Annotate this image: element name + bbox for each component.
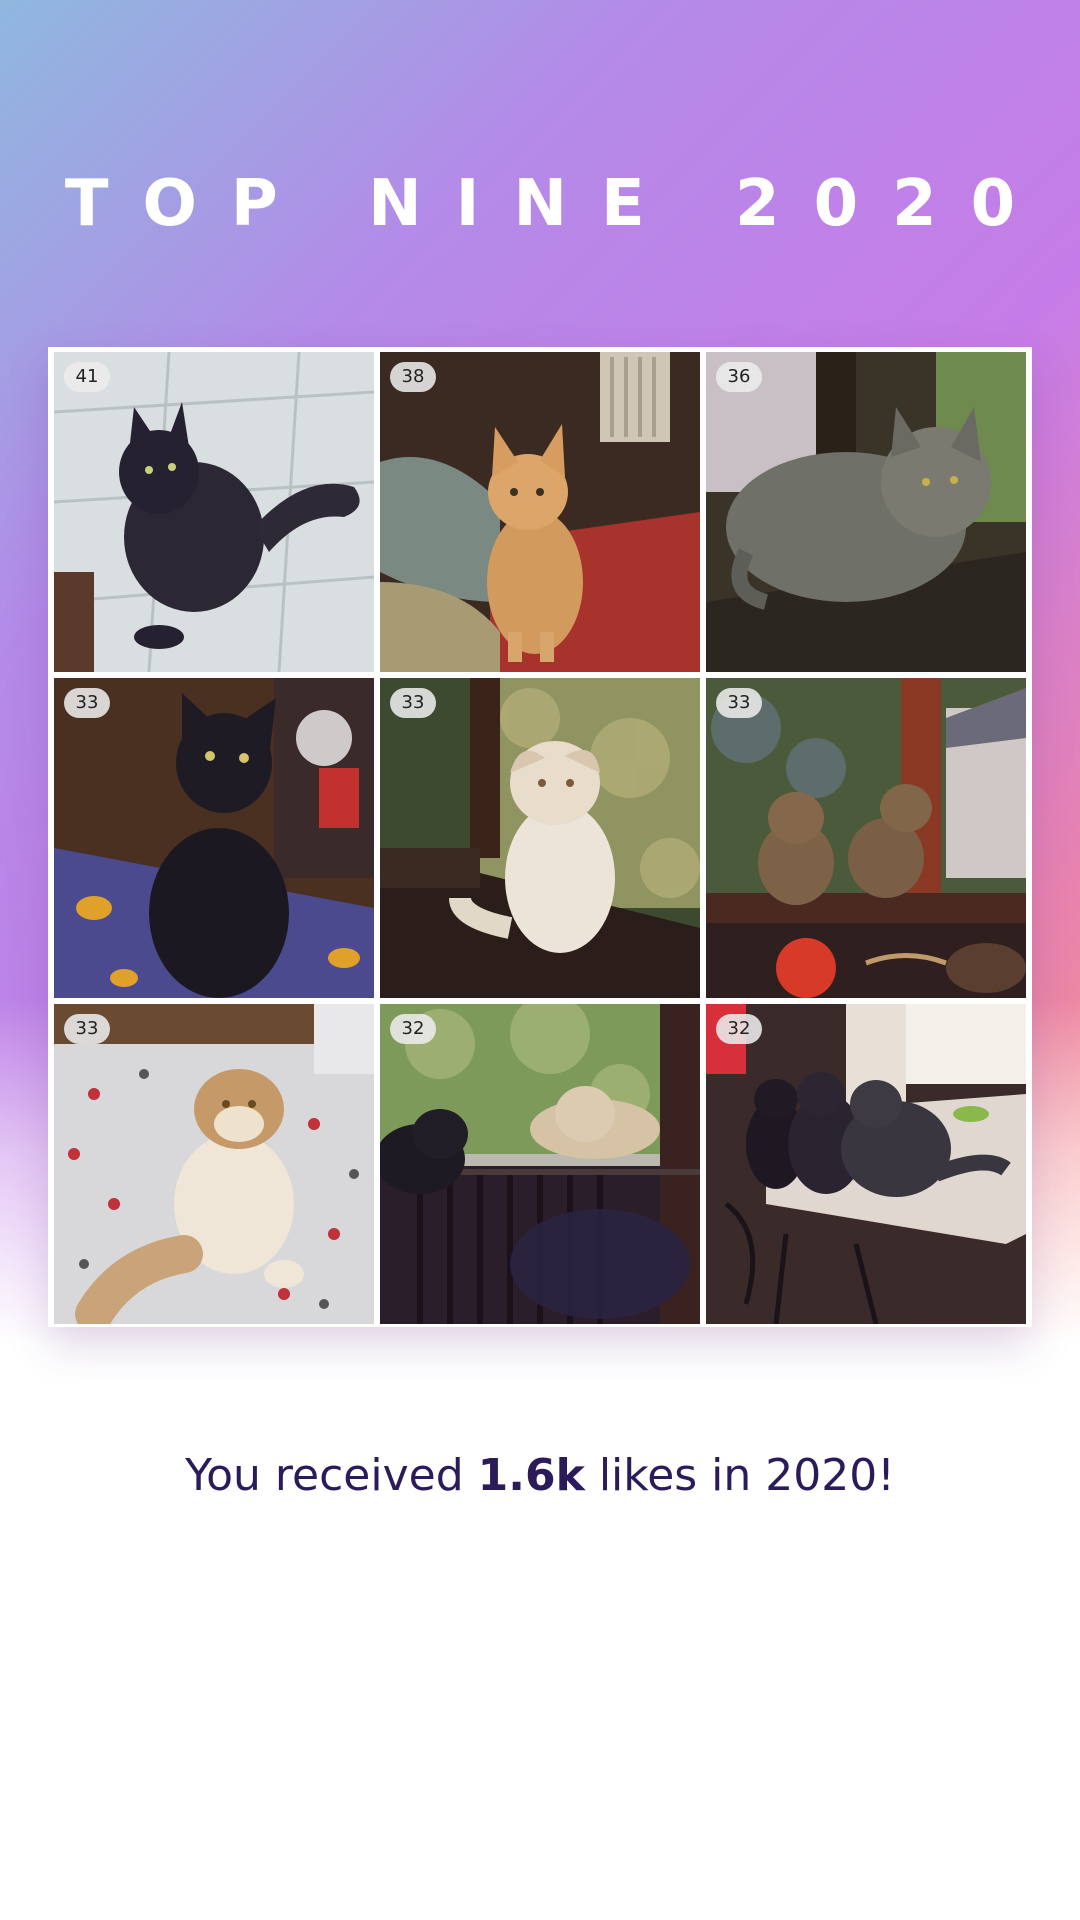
cat-photo <box>380 1004 700 1324</box>
summary-suffix: likes in 2020! <box>584 1450 895 1501</box>
post-tile[interactable]: 41 <box>54 352 374 672</box>
likes-badge: 33 <box>64 688 110 718</box>
post-tile[interactable]: 33 <box>54 1004 374 1324</box>
cat-photo <box>706 678 1026 998</box>
post-tile[interactable]: 32 <box>706 1004 1026 1324</box>
likes-badge: 38 <box>390 362 436 392</box>
photo-grid: 41 38 36 33 33 33 33 32 32 <box>54 352 1026 1324</box>
page-title: TOP NINE 2020 <box>64 167 1050 241</box>
post-tile[interactable]: 32 <box>380 1004 700 1324</box>
cat-photo <box>380 352 700 672</box>
cat-photo <box>54 678 374 998</box>
cat-photo <box>706 1004 1026 1324</box>
post-tile[interactable]: 33 <box>54 678 374 998</box>
post-tile[interactable]: 33 <box>380 678 700 998</box>
top-nine-collage: 41 38 36 33 33 33 33 32 32 <box>48 347 1032 1327</box>
cat-photo <box>706 352 1026 672</box>
post-tile[interactable]: 33 <box>706 678 1026 998</box>
post-tile[interactable]: 38 <box>380 352 700 672</box>
post-tile[interactable]: 36 <box>706 352 1026 672</box>
likes-badge: 41 <box>64 362 110 392</box>
cat-photo <box>54 352 374 672</box>
likes-badge: 36 <box>716 362 762 392</box>
summary-prefix: You received <box>185 1450 478 1501</box>
likes-badge: 32 <box>390 1014 436 1044</box>
likes-badge: 32 <box>716 1014 762 1044</box>
cat-photo <box>380 678 700 998</box>
likes-badge: 33 <box>390 688 436 718</box>
likes-badge: 33 <box>716 688 762 718</box>
likes-summary: You received 1.6k likes in 2020! <box>0 1448 1080 1504</box>
likes-total: 1.6k <box>477 1450 585 1501</box>
cat-photo <box>54 1004 374 1324</box>
likes-badge: 33 <box>64 1014 110 1044</box>
